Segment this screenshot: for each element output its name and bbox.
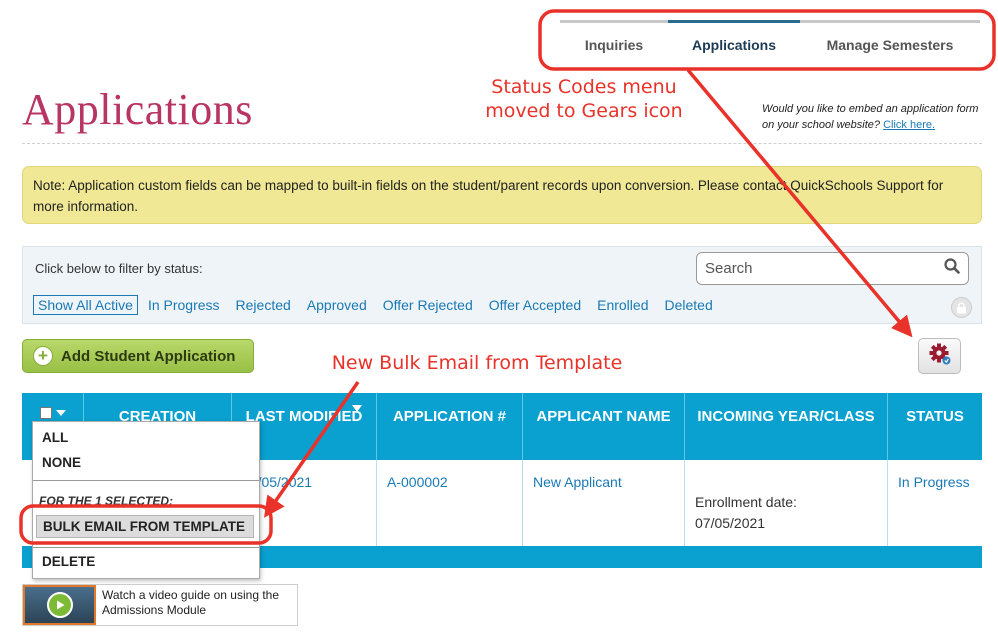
menu-item-delete[interactable]: DELETE bbox=[42, 554, 95, 569]
filter-offer-rejected[interactable]: Offer Rejected bbox=[383, 297, 473, 313]
incoming-year-class-column-header[interactable]: INCOMING YEAR/CLASS bbox=[685, 393, 888, 460]
enrollment-date-value: 07/05/2021 bbox=[695, 515, 766, 531]
last-modified-header-label: LAST MODIFIED bbox=[245, 408, 363, 425]
tab-manage-semesters[interactable]: Manage Semesters bbox=[800, 20, 980, 66]
add-student-application-label: Add Student Application bbox=[61, 347, 236, 365]
filter-deleted[interactable]: Deleted bbox=[664, 297, 712, 313]
status-filter-links: Show All Active In Progress Rejected App… bbox=[33, 295, 729, 315]
select-all-dropdown[interactable] bbox=[40, 407, 66, 419]
menu-separator bbox=[33, 547, 259, 548]
applicant-name-column-header[interactable]: APPLICANT NAME bbox=[523, 393, 685, 460]
filter-approved[interactable]: Approved bbox=[307, 297, 367, 313]
video-guide-text: Watch a video guide on using the Admissi… bbox=[102, 588, 280, 617]
select-all-checkbox[interactable] bbox=[40, 407, 52, 419]
filter-enrolled[interactable]: Enrolled bbox=[597, 297, 648, 313]
incoming-year-class-cell: Enrollment date: 07/05/2021 bbox=[685, 460, 888, 546]
search-box bbox=[696, 252, 969, 285]
menu-item-none[interactable]: NONE bbox=[42, 455, 81, 470]
filter-offer-accepted[interactable]: Offer Accepted bbox=[489, 297, 581, 313]
annotation-bulk-email: New Bulk Email from Template bbox=[331, 352, 623, 374]
menu-selected-heading: FOR THE 1 SELECTED: bbox=[39, 494, 174, 508]
enrollment-date-label: Enrollment date: bbox=[695, 494, 797, 510]
menu-separator bbox=[33, 480, 259, 481]
tab-applications[interactable]: Applications bbox=[668, 20, 800, 66]
page-title: Applications bbox=[22, 85, 253, 134]
note-banner: Note: Application custom fields can be m… bbox=[22, 166, 982, 224]
plus-icon: + bbox=[33, 346, 53, 366]
application-number-column-header[interactable]: APPLICATION # bbox=[377, 393, 523, 460]
status-column-header[interactable]: STATUS bbox=[888, 393, 982, 460]
add-student-application-button[interactable]: + Add Student Application bbox=[22, 339, 254, 373]
filter-panel: Click below to filter by status: Show Al… bbox=[22, 246, 982, 324]
menu-item-all[interactable]: ALL bbox=[42, 430, 68, 445]
divider bbox=[22, 143, 982, 144]
embed-note: Would you like to embed an application f… bbox=[762, 101, 992, 133]
filter-show-all-active[interactable]: Show All Active bbox=[33, 295, 138, 315]
embed-note-text: Would you like to embed an application f… bbox=[762, 103, 979, 131]
video-guide-link[interactable]: Watch a video guide on using the Admissi… bbox=[22, 584, 298, 626]
menu-item-bulk-email-from-template[interactable]: BULK EMAIL FROM TEMPLATE bbox=[36, 515, 254, 538]
chevron-down-icon[interactable] bbox=[56, 410, 66, 416]
embed-click-here-link[interactable]: Click here. bbox=[883, 119, 935, 131]
search-input[interactable] bbox=[705, 260, 944, 277]
filter-label: Click below to filter by status: bbox=[35, 261, 203, 276]
select-dropdown-menu: ALL NONE FOR THE 1 SELECTED: BULK EMAIL … bbox=[32, 421, 260, 579]
lock-icon[interactable] bbox=[951, 297, 972, 318]
gear-icon bbox=[928, 342, 952, 371]
filter-rejected[interactable]: Rejected bbox=[236, 297, 291, 313]
settings-gear-button[interactable] bbox=[918, 338, 961, 374]
video-thumbnail[interactable] bbox=[23, 585, 96, 625]
tab-inquiries[interactable]: Inquiries bbox=[560, 20, 668, 66]
play-icon bbox=[46, 592, 73, 618]
application-number-link[interactable]: A-000002 bbox=[377, 460, 523, 546]
search-icon[interactable] bbox=[944, 258, 960, 279]
top-tabs: Inquiries Applications Manage Semesters bbox=[560, 20, 980, 66]
filter-in-progress[interactable]: In Progress bbox=[148, 297, 220, 313]
applicant-name-link[interactable]: New Applicant bbox=[523, 460, 685, 546]
sort-desc-icon bbox=[352, 405, 362, 412]
status-link[interactable]: In Progress bbox=[888, 460, 982, 546]
annotation-status-codes: Status Codes menu moved to Gears icon bbox=[485, 76, 683, 122]
